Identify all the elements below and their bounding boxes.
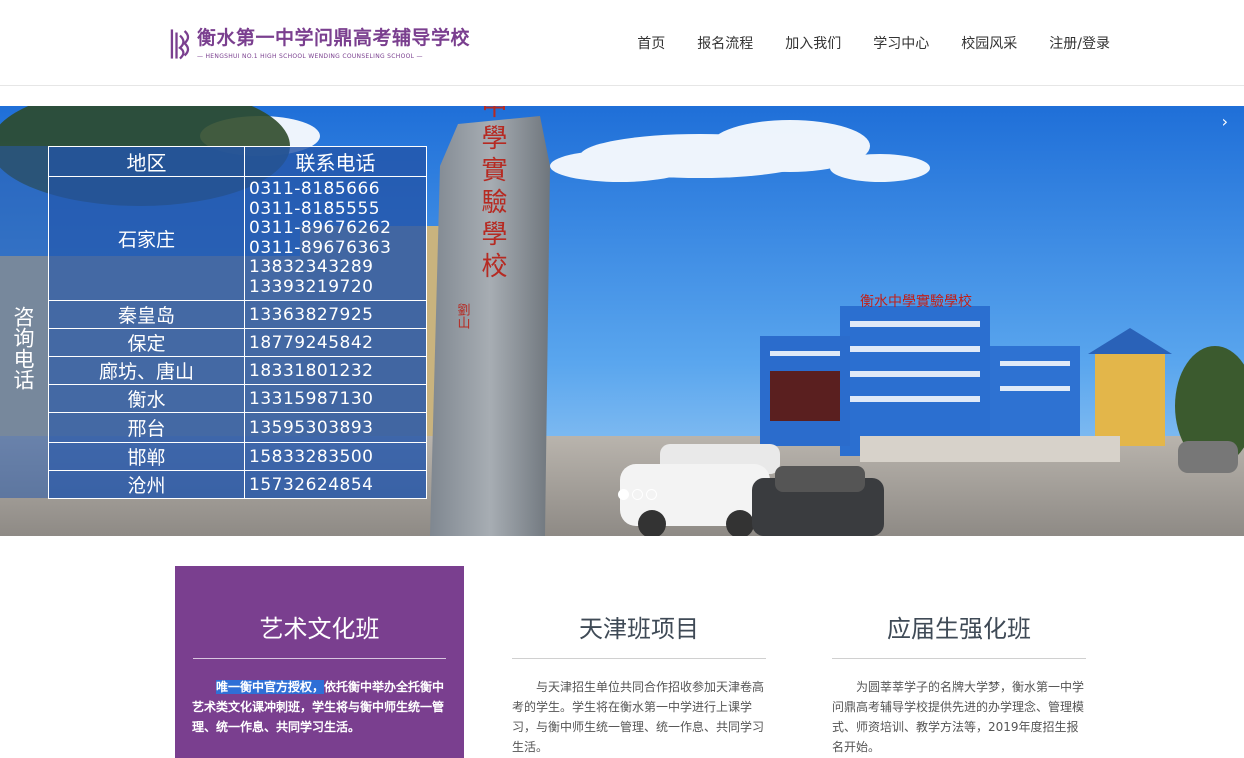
- card-description: 唯一衡中官方授权，依托衡中举办全托衡中艺术类文化课冲刺班，学生将与衡中师生统一管…: [192, 680, 445, 734]
- region-cell: 邯郸: [48, 442, 245, 471]
- phone-cell: 15833283500: [244, 442, 427, 471]
- logo-name-cn: 衡水第一中学问鼎高考辅导学校: [196, 27, 470, 49]
- card-graduate-intensive-class[interactable]: 应届生强化班 为圆莘莘学子的名牌大学梦，衡水第一中学问鼎高考辅导学校提供先进的办…: [818, 566, 1100, 758]
- card-title: 艺术文化班: [259, 615, 380, 643]
- region-cell: 邢台: [48, 412, 245, 443]
- nav-campus[interactable]: 校园风采: [961, 34, 1017, 54]
- card-tianjin-program[interactable]: 天津班项目 与天津招生单位共同合作招收参加天津卷高考的学生。学生将在衡水第一中学…: [498, 566, 780, 758]
- slide-dot-2[interactable]: [632, 489, 643, 500]
- phone-number: 13832343289: [249, 257, 374, 277]
- site-header: 衡水第一中学问鼎高考辅导学校 — HENGSHUI NO.1 HIGH SCHO…: [0, 0, 1244, 86]
- logo-name-en: — HENGSHUI NO.1 HIGH SCHOOL WENDING COUN…: [196, 53, 423, 60]
- svg-text:衡水中學實驗學校: 衡水中學實驗學校: [860, 293, 972, 310]
- consult-strip: 咨询电话: [0, 146, 48, 498]
- table-row: 廊坊、唐山 18331801232: [48, 356, 427, 385]
- region-cell: 廊坊、唐山: [48, 356, 245, 385]
- card-description: 为圆莘莘学子的名牌大学梦，衡水第一中学问鼎高考辅导学校提供先进的办学理念、管理模…: [832, 680, 1085, 754]
- region-cell: 石家庄: [48, 176, 245, 301]
- region-cell: 秦皇岛: [48, 300, 245, 329]
- svg-text:衡水中學實驗學校: 衡水中學實驗學校: [477, 106, 507, 284]
- phone-number: 13393219720: [249, 276, 374, 297]
- logo-mark-icon: [170, 29, 190, 60]
- phone-cell: 13595303893: [244, 412, 427, 443]
- next-slide-icon[interactable]: ›: [1222, 112, 1228, 131]
- consult-label: 咨询电话: [11, 306, 35, 390]
- slide-indicator: [618, 489, 657, 500]
- phone-cell: 15732624854: [244, 470, 427, 499]
- phone-number: 0311-8185666: [249, 179, 381, 199]
- card-divider: [512, 658, 766, 659]
- card-divider: [832, 658, 1086, 659]
- slide-dot-1[interactable]: [618, 489, 629, 500]
- nav-join-us[interactable]: 加入我们: [785, 34, 841, 54]
- region-cell: 沧州: [48, 470, 245, 499]
- card-art-culture-class[interactable]: 艺术文化班 唯一衡中官方授权，依托衡中举办全托衡中艺术类文化课冲刺班，学生将与衡…: [175, 566, 464, 758]
- phone-number: 0311-89676262: [249, 218, 392, 238]
- table-header-row: 地区 联系电话: [48, 146, 427, 177]
- slide-dot-3[interactable]: [646, 489, 657, 500]
- phone-number: 0311-89676363: [249, 237, 392, 258]
- column-header-region: 地区: [48, 146, 245, 177]
- region-cell: 保定: [48, 328, 245, 357]
- card-description: 与天津招生单位共同合作招收参加天津卷高考的学生。学生将在衡水第一中学进行上课学习…: [512, 680, 765, 754]
- table-row: 衡水 13315987130: [48, 384, 427, 413]
- table-row: 沧州 15732624854: [48, 470, 427, 499]
- nav-home[interactable]: 首页: [637, 34, 665, 54]
- phone-cell: 0311-8185666 0311-8185555 0311-89676262 …: [244, 176, 427, 301]
- nav-enrollment-process[interactable]: 报名流程: [697, 34, 753, 54]
- school-logo[interactable]: 衡水第一中学问鼎高考辅导学校 — HENGSHUI NO.1 HIGH SCHO…: [170, 22, 470, 66]
- phone-cell: 13363827925: [244, 300, 427, 329]
- card-divider: [193, 658, 446, 659]
- hero-banner: 衡水中學實驗學校 衡水中學實驗學校 劉山 咨询电话 地区 联系电话 石家庄 03…: [0, 106, 1244, 536]
- highlighted-text: 唯一衡中官方授权，: [216, 680, 325, 694]
- table-row: 秦皇岛 13363827925: [48, 300, 427, 329]
- column-header-phone: 联系电话: [244, 146, 427, 177]
- card-title: 天津班项目: [579, 615, 699, 643]
- table-row: 邢台 13595303893: [48, 412, 427, 443]
- phone-cell: 18331801232: [244, 356, 427, 385]
- phone-number: 0311-8185555: [249, 198, 381, 219]
- table-row: 保定 18779245842: [48, 328, 427, 357]
- table-row: 邯郸 15833283500: [48, 442, 427, 471]
- region-cell: 衡水: [48, 384, 245, 413]
- phone-cell: 18779245842: [244, 328, 427, 357]
- card-title: 应届生强化班: [887, 615, 1031, 643]
- nav-register-login[interactable]: 注册/登录: [1049, 34, 1110, 54]
- table-row: 石家庄 0311-8185666 0311-8185555 0311-89676…: [48, 176, 427, 301]
- nav-learning-center[interactable]: 学习中心: [873, 34, 929, 54]
- phone-cell: 13315987130: [244, 384, 427, 413]
- contact-table: 地区 联系电话 石家庄 0311-8185666 0311-8185555 03…: [48, 146, 427, 499]
- main-nav: 首页 报名流程 加入我们 学习中心 校园风采 注册/登录: [605, 34, 1110, 54]
- svg-text:劉山: 劉山: [455, 303, 471, 329]
